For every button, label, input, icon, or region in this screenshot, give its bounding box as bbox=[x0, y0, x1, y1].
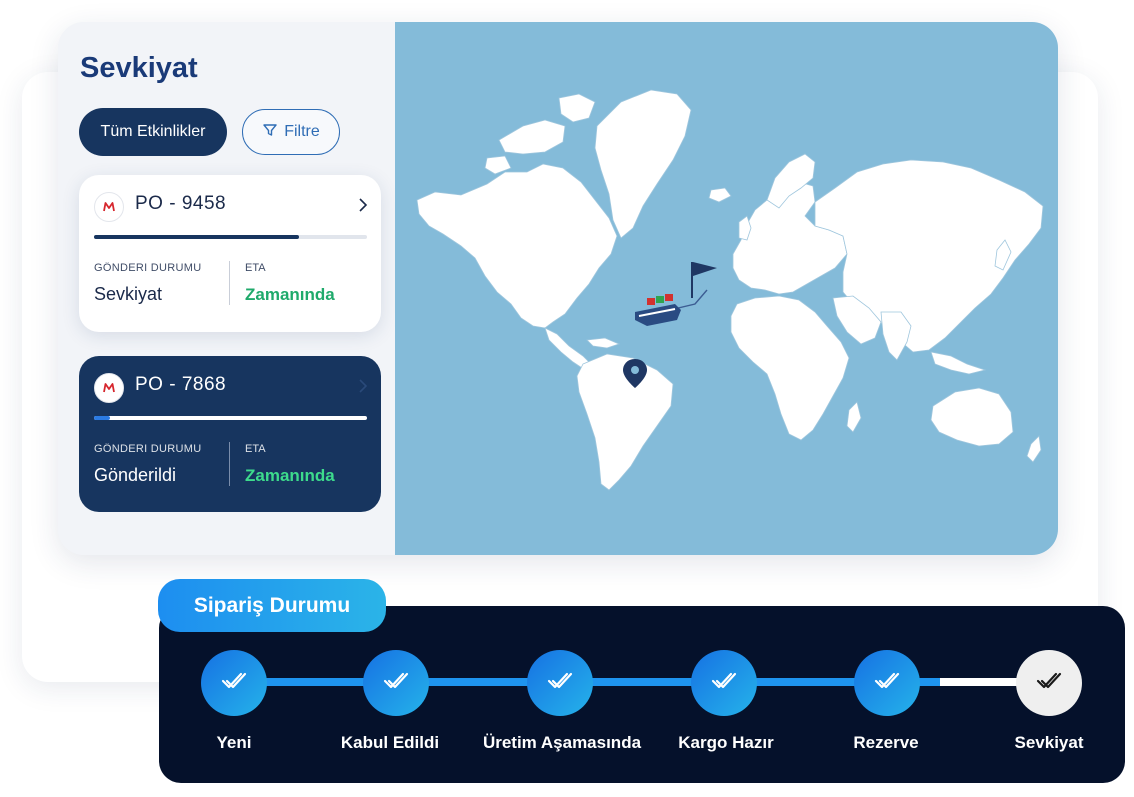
double-check-icon bbox=[381, 669, 411, 698]
divider bbox=[229, 261, 230, 305]
double-check-icon bbox=[709, 669, 739, 698]
step-rezerve[interactable] bbox=[854, 650, 920, 716]
eta-value: Zamanında bbox=[245, 285, 335, 304]
progress-bar bbox=[94, 416, 367, 420]
divider bbox=[229, 442, 230, 486]
shipment-status-label: GÖNDERI DURUMU bbox=[94, 443, 202, 455]
double-check-icon bbox=[219, 669, 249, 698]
continents bbox=[416, 89, 1044, 491]
step-label: Kabul Edildi bbox=[340, 733, 440, 752]
order-status-panel bbox=[159, 606, 1125, 783]
progress-bar bbox=[94, 235, 367, 239]
progress-bar-fill bbox=[94, 416, 111, 420]
order-status-title: Sipariş Durumu bbox=[158, 579, 386, 632]
shipment-card-po-9458[interactable]: PO - 9458 GÖNDERI DURUMU ETA Sevkiyat Za… bbox=[79, 175, 381, 332]
shipment-card-po-7868[interactable]: PO - 7868 GÖNDERI DURUMU ETA Gönderildi … bbox=[79, 356, 381, 512]
shipment-status-value: Sevkiyat bbox=[94, 284, 163, 304]
shipment-status-label: GÖNDERI DURUMU bbox=[94, 262, 202, 274]
new-zealand bbox=[1026, 435, 1042, 463]
chevron-right-icon[interactable] bbox=[357, 378, 369, 399]
world-map[interactable] bbox=[395, 22, 1058, 555]
po-number: PO - 7868 bbox=[135, 374, 227, 395]
double-check-icon bbox=[545, 669, 575, 698]
po-number: PO - 9458 bbox=[135, 193, 227, 214]
greenland bbox=[594, 89, 692, 239]
eta-label: ETA bbox=[245, 443, 266, 455]
progress-bar-fill bbox=[94, 235, 299, 239]
shipments-panel: Sevkiyat Tüm Etkinlikler Filtre PO - 945… bbox=[58, 22, 395, 555]
filter-label: Filtre bbox=[284, 123, 320, 140]
step-yeni[interactable] bbox=[201, 650, 267, 716]
step-uretim-asamasinda[interactable] bbox=[527, 650, 593, 716]
eta-label: ETA bbox=[245, 262, 266, 274]
step-kabul-edildi[interactable] bbox=[363, 650, 429, 716]
page-title: Sevkiyat bbox=[80, 52, 198, 84]
arctic-islands-3 bbox=[484, 155, 512, 175]
india bbox=[880, 311, 912, 361]
ship-icon[interactable] bbox=[635, 294, 681, 326]
step-kargo-hazir[interactable] bbox=[691, 650, 757, 716]
madagascar bbox=[846, 401, 862, 433]
africa bbox=[730, 295, 850, 441]
chevron-right-icon[interactable] bbox=[357, 197, 369, 218]
filter-button[interactable]: Filtre bbox=[242, 109, 340, 155]
step-label: Sevkiyat bbox=[1014, 733, 1084, 752]
filter-icon bbox=[262, 122, 278, 143]
north-america bbox=[416, 163, 618, 329]
shipments-card: Sevkiyat Tüm Etkinlikler Filtre PO - 945… bbox=[58, 22, 1058, 555]
australia bbox=[930, 387, 1014, 447]
double-check-icon bbox=[872, 669, 902, 698]
step-sevkiyat[interactable] bbox=[1016, 650, 1082, 716]
arctic-islands-2 bbox=[558, 93, 596, 123]
caribbean bbox=[586, 337, 621, 349]
double-check-icon bbox=[1034, 669, 1064, 698]
shipment-status-value: Gönderildi bbox=[94, 465, 177, 485]
eta-value: Zamanında bbox=[245, 466, 335, 485]
arctic-islands bbox=[498, 119, 566, 155]
company-logo bbox=[94, 373, 124, 403]
iceland bbox=[708, 187, 732, 203]
company-logo bbox=[94, 192, 124, 222]
se-asia-islands bbox=[930, 351, 987, 375]
all-activities-button[interactable]: Tüm Etkinlikler bbox=[79, 108, 227, 156]
